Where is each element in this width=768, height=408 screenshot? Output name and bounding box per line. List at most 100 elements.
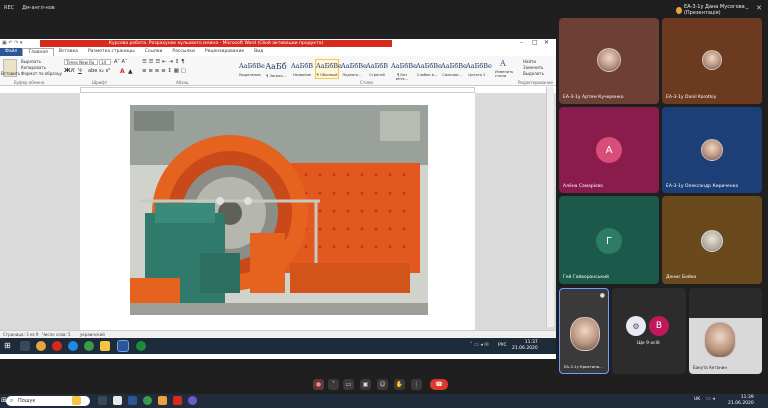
word-app-icon[interactable] (117, 340, 129, 352)
pin-icon[interactable]: ● (600, 292, 605, 299)
cut-button[interactable]: Вырезать (21, 59, 41, 64)
style-intense[interactable]: AaБбВе Сильное... (440, 59, 467, 79)
participant-name: Бакута Антонин (693, 365, 727, 370)
host-lang[interactable]: UK (694, 397, 700, 402)
word-count[interactable]: Число слов: 5 (42, 332, 71, 337)
participant-name: Алёна Самарієва (563, 184, 603, 189)
strike-icon[interactable]: abe x₂ x² (88, 68, 110, 74)
participant-tile[interactable]: ЕА-3-1у Danil Korotkiy (662, 18, 762, 104)
file-explorer-icon[interactable] (113, 396, 122, 405)
change-styles-icon[interactable]: A (500, 59, 506, 68)
participant-tile[interactable]: Денис Бойко (662, 196, 762, 284)
participant-tile[interactable]: ● ЕА-3-1у Кристина... (559, 288, 609, 374)
tab-review[interactable]: Рецензирование (200, 48, 249, 56)
style-emphasis[interactable]: AaБбВе Выделение (238, 59, 265, 79)
host-date: 21.06.2020 (728, 401, 754, 406)
select-button[interactable]: Выделить (523, 71, 544, 76)
tab-mailings[interactable]: Рассылки (167, 48, 200, 56)
grow-font-icon[interactable]: A˄ A˅ (114, 59, 127, 65)
inner-clock[interactable]: 11:37 21.06.2020 (512, 340, 538, 352)
share-icon[interactable]: ▣ (360, 379, 371, 390)
replace-button[interactable]: Заменить (523, 65, 543, 70)
mail-icon[interactable] (128, 396, 137, 405)
media-icon[interactable] (173, 396, 182, 405)
chrome-icon[interactable] (143, 396, 152, 405)
participant-tile[interactable]: А Алёна Самарієва (559, 107, 659, 193)
find-button[interactable]: Найти (523, 59, 536, 64)
format-painter-button[interactable]: Формат по образцу (21, 71, 62, 76)
tab-insert[interactable]: Вставка (54, 48, 83, 56)
style-strong[interactable]: AaБбВ Строгий (365, 59, 389, 79)
underline-button[interactable]: Ч (78, 68, 82, 74)
tab-file[interactable]: Файл (0, 48, 23, 56)
inner-taskbar: ⊞ ˄ ▭ ◂ ✉ РУС 11:37 21.06.2020 (0, 338, 556, 354)
paragraph-group-label: Абзац (176, 80, 189, 85)
word-minimize-icon[interactable]: – (520, 39, 523, 46)
app-icon[interactable] (136, 341, 146, 351)
browser-icon[interactable] (84, 341, 94, 351)
close-icon[interactable]: ✕ (754, 3, 764, 13)
word-close-icon[interactable]: ✕ (544, 39, 549, 46)
chrome-icon[interactable] (36, 341, 46, 351)
bold-button[interactable]: Ж (64, 68, 71, 74)
language-indicator[interactable]: украинский (80, 332, 105, 337)
italic-button[interactable]: К (71, 68, 75, 74)
participant-face (597, 48, 621, 72)
change-styles-button[interactable]: Изменить стили (495, 70, 517, 78)
font-color-icon[interactable]: A (120, 68, 125, 75)
participant-tile[interactable]: ЕА-3-1у Олександр Кириченко (662, 107, 762, 193)
style-subtle[interactable]: AaБбВе Слабое в... (415, 59, 442, 79)
style-quote2[interactable]: AaБбВе Цитата 2 (465, 59, 492, 79)
phone-end-icon[interactable]: ☎ (430, 379, 448, 390)
hand-icon[interactable]: ✋ (394, 379, 405, 390)
participant-group-tile[interactable]: ⚙ В Ще 9 осіб (612, 288, 686, 374)
windows-start-icon[interactable]: ⊞ (4, 341, 11, 350)
task-view-icon[interactable] (98, 396, 107, 405)
quick-access-toolbar[interactable]: ▣ ↶ ↷ ▾ (2, 40, 22, 46)
style-subtitle[interactable]: AaБбВе Подзаго... (340, 59, 367, 79)
word-titlebar: ▣ ↶ ↷ ▾ Курсова робота. Розрахунок кульо… (0, 39, 556, 48)
copy-button[interactable]: Копировать (21, 65, 46, 70)
participant-tile[interactable]: ЕА-3-1у Артем Кучеренко (559, 18, 659, 104)
tab-view[interactable]: Вид (249, 48, 268, 56)
opera-icon[interactable] (52, 341, 62, 351)
ball-mill-image (130, 105, 428, 315)
bullets-icon[interactable]: ☰ ☰ ☰ ⇤ ⇥ ↕ ¶ (142, 59, 185, 65)
word-maximize-icon[interactable]: □ (532, 39, 538, 46)
folder-icon[interactable] (100, 341, 110, 351)
camera-icon[interactable]: ▭ (343, 379, 354, 390)
style-no-spacing[interactable]: AaБбВе ¶ Без инте... (390, 59, 417, 81)
search-icon: ⌕ (10, 397, 14, 404)
participant-name: ЕА-3-1у Олександр Кириченко (666, 184, 739, 189)
more-icon[interactable]: ⋮ (411, 379, 422, 390)
participant-tile[interactable]: Г Гей Гайворонський (559, 196, 659, 284)
tab-page-layout[interactable]: Разметка страницы (83, 48, 140, 56)
align-icons[interactable]: ≡ ≡ ≡ ≡ ↕ ▦ ▢ (142, 68, 186, 74)
style-title[interactable]: AaБбВ Название (290, 59, 314, 79)
font-size-select[interactable]: 14 (99, 59, 111, 65)
participant-tile[interactable]: Бакута Антонин (689, 288, 762, 374)
mic-icon[interactable]: ● (313, 379, 324, 390)
mic-options-icon[interactable]: ˅ (328, 379, 339, 390)
teams-icon[interactable] (188, 396, 197, 405)
inner-lang[interactable]: РУС (498, 343, 507, 348)
page-counter[interactable]: Страница: 3 из 9 (3, 332, 38, 337)
tray-icons[interactable]: ˄ ▭ ◂ ✉ (470, 342, 489, 348)
tray-icons[interactable]: ▭ ◂ (706, 396, 715, 402)
store-icon[interactable] (158, 396, 167, 405)
search-icon[interactable] (20, 341, 30, 351)
minimize-icon[interactable]: – (742, 3, 752, 13)
tab-home[interactable]: Главная (22, 48, 54, 56)
style-heading1[interactable]: AaБб ¶ Заголо... (264, 59, 288, 79)
emoji-icon[interactable]: ☺ (377, 379, 388, 390)
style-normal[interactable]: AaБбВе ¶ Обычный (315, 59, 342, 79)
weather-icon[interactable] (72, 396, 81, 405)
document-page[interactable] (80, 93, 475, 333)
vertical-scrollbar[interactable] (546, 87, 554, 327)
host-clock[interactable]: 11:39 21.06.2020 (728, 395, 754, 407)
ribbon-tabs: Файл Главная Вставка Разметка страницы С… (0, 48, 556, 56)
edge-icon[interactable] (68, 341, 78, 351)
tab-references[interactable]: Ссылки (140, 48, 168, 56)
font-name-select[interactable]: Times New Ro (64, 59, 98, 65)
highlight-icon[interactable]: ▲ (128, 68, 133, 75)
